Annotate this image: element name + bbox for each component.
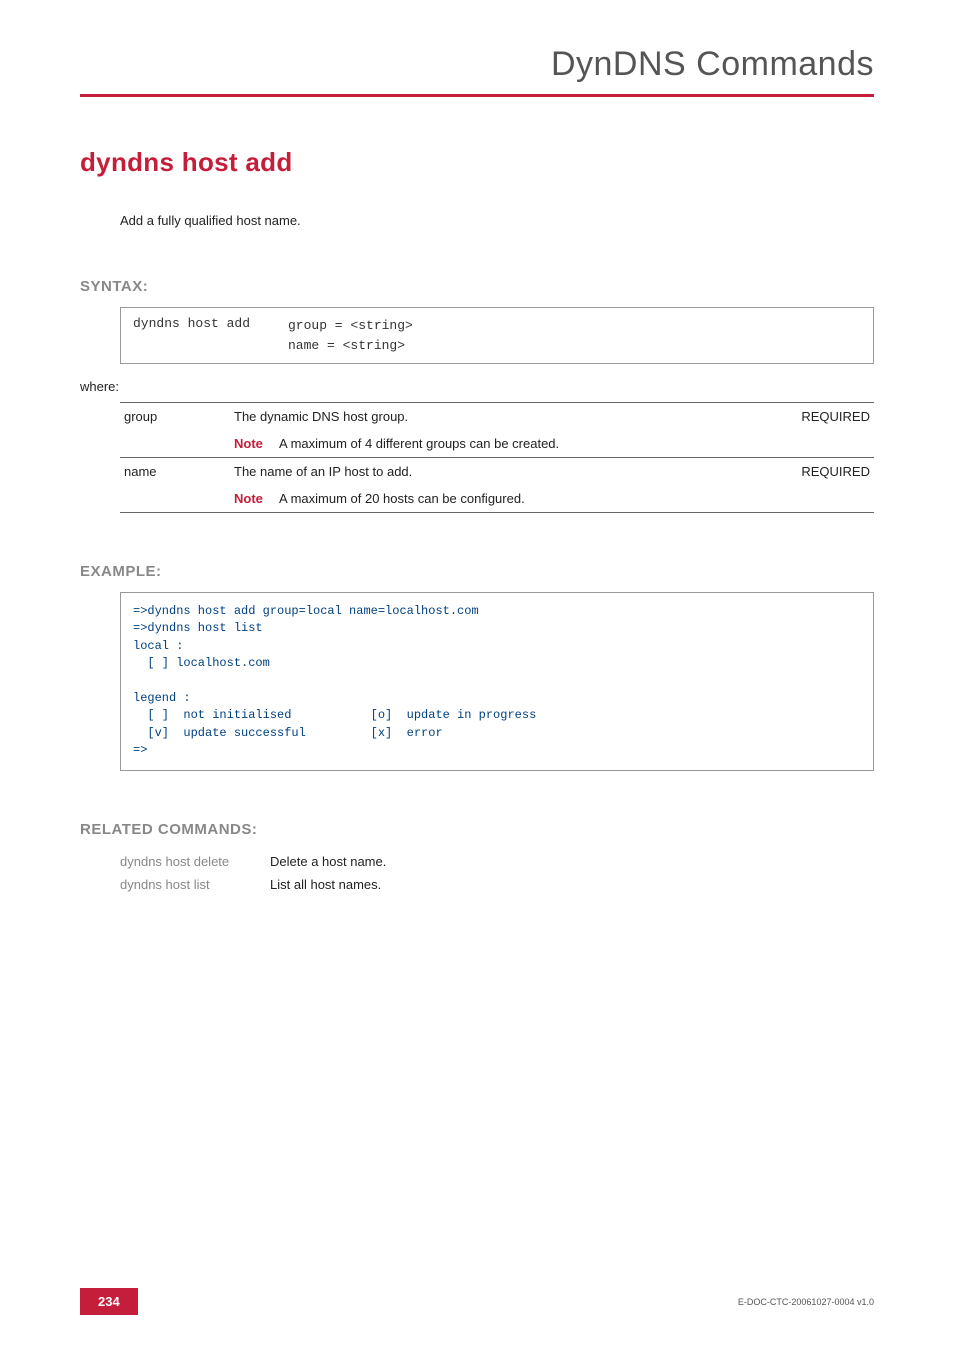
syntax-heading: SYNTAX:: [80, 278, 874, 295]
header-rule: [80, 94, 874, 97]
param-table: group The dynamic DNS host group. REQUIR…: [120, 402, 874, 513]
related-command-desc: List all host names.: [270, 873, 392, 896]
related-heading: RELATED COMMANDS:: [80, 821, 874, 838]
note-label: Note: [234, 436, 279, 451]
param-desc: The dynamic DNS host group.: [230, 403, 784, 431]
note-text: A maximum of 20 hosts can be configured.: [279, 491, 525, 506]
param-desc: The name of an IP host to add.: [230, 458, 784, 486]
param-name: name: [120, 458, 230, 486]
document-id: E-DOC-CTC-20061027-0004 v1.0: [738, 1297, 874, 1307]
param-note: NoteA maximum of 4 different groups can …: [230, 430, 784, 458]
page-header-title: DynDNS Commands: [80, 45, 874, 84]
param-required: REQUIRED: [784, 458, 874, 486]
related-command-link[interactable]: dyndns host list: [120, 873, 270, 896]
param-name: group: [120, 403, 230, 431]
page-number-badge: 234: [80, 1288, 138, 1315]
command-description: Add a fully qualified host name.: [120, 213, 874, 228]
page-footer: 234 E-DOC-CTC-20061027-0004 v1.0: [0, 1288, 954, 1315]
table-row: dyndns host delete Delete a host name.: [120, 850, 392, 873]
related-command-link[interactable]: dyndns host delete: [120, 850, 270, 873]
example-heading: EXAMPLE:: [80, 563, 874, 580]
related-table: dyndns host delete Delete a host name. d…: [120, 850, 392, 896]
note-label: Note: [234, 491, 279, 506]
table-row: NoteA maximum of 4 different groups can …: [120, 430, 874, 458]
note-text: A maximum of 4 different groups can be c…: [279, 436, 559, 451]
syntax-args: group = <string> name = <string>: [288, 316, 413, 355]
table-row: dyndns host list List all host names.: [120, 873, 392, 896]
table-row: name The name of an IP host to add. REQU…: [120, 458, 874, 486]
param-note: NoteA maximum of 20 hosts can be configu…: [230, 485, 784, 513]
where-label: where:: [80, 379, 874, 394]
table-row: NoteA maximum of 20 hosts can be configu…: [120, 485, 874, 513]
syntax-command: dyndns host add: [133, 316, 288, 355]
command-title: dyndns host add: [80, 147, 874, 178]
syntax-box: dyndns host add group = <string> name = …: [120, 307, 874, 364]
related-command-desc: Delete a host name.: [270, 850, 392, 873]
param-required: REQUIRED: [784, 403, 874, 431]
table-row: group The dynamic DNS host group. REQUIR…: [120, 403, 874, 431]
example-box: =>dyndns host add group=local name=local…: [120, 592, 874, 771]
